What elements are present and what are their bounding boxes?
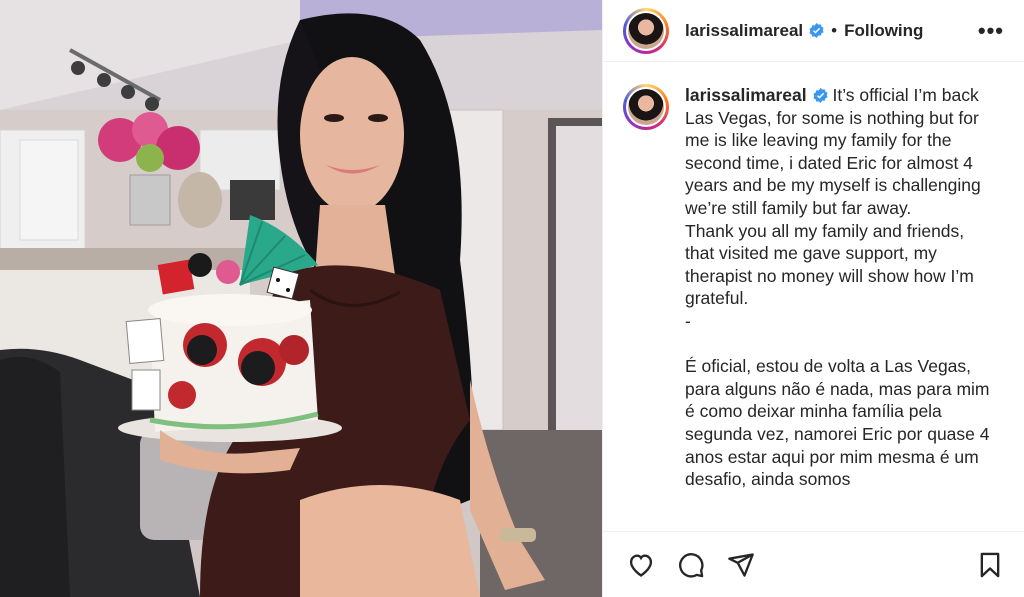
more-horizontal-icon[interactable]: ••• bbox=[978, 19, 1004, 42]
caption-section: larissalimareal It’s official I’m back L… bbox=[603, 68, 1024, 531]
post-actions-bar bbox=[603, 531, 1024, 597]
avatar-image bbox=[628, 12, 664, 49]
avatar-image bbox=[628, 89, 664, 125]
heart-icon[interactable] bbox=[625, 549, 657, 581]
author-avatar[interactable] bbox=[623, 7, 669, 54]
verified-badge-icon bbox=[809, 23, 824, 38]
caption-author-avatar[interactable] bbox=[623, 84, 669, 130]
post-header: larissalimareal • Following ••• bbox=[603, 0, 1024, 62]
following-button[interactable]: Following bbox=[844, 21, 923, 41]
post-details-panel: larissalimareal • Following ••• larissal… bbox=[602, 0, 1024, 597]
caption-english: It’s official I’m back Las Vegas, for so… bbox=[685, 85, 981, 331]
post-image bbox=[0, 0, 602, 597]
bookmark-icon[interactable] bbox=[974, 549, 1006, 581]
caption-portuguese: É oficial, estou de volta a Las Vegas, p… bbox=[685, 356, 995, 490]
post-photo[interactable] bbox=[0, 0, 602, 597]
caption-text: larissalimareal It’s official I’m back L… bbox=[685, 84, 991, 531]
header-separator: • bbox=[831, 20, 838, 40]
send-icon[interactable] bbox=[725, 549, 757, 581]
comment-icon[interactable] bbox=[675, 549, 707, 581]
verified-badge-icon bbox=[813, 88, 828, 103]
author-username[interactable]: larissalimareal bbox=[685, 21, 803, 41]
caption-username[interactable]: larissalimareal bbox=[685, 85, 807, 105]
